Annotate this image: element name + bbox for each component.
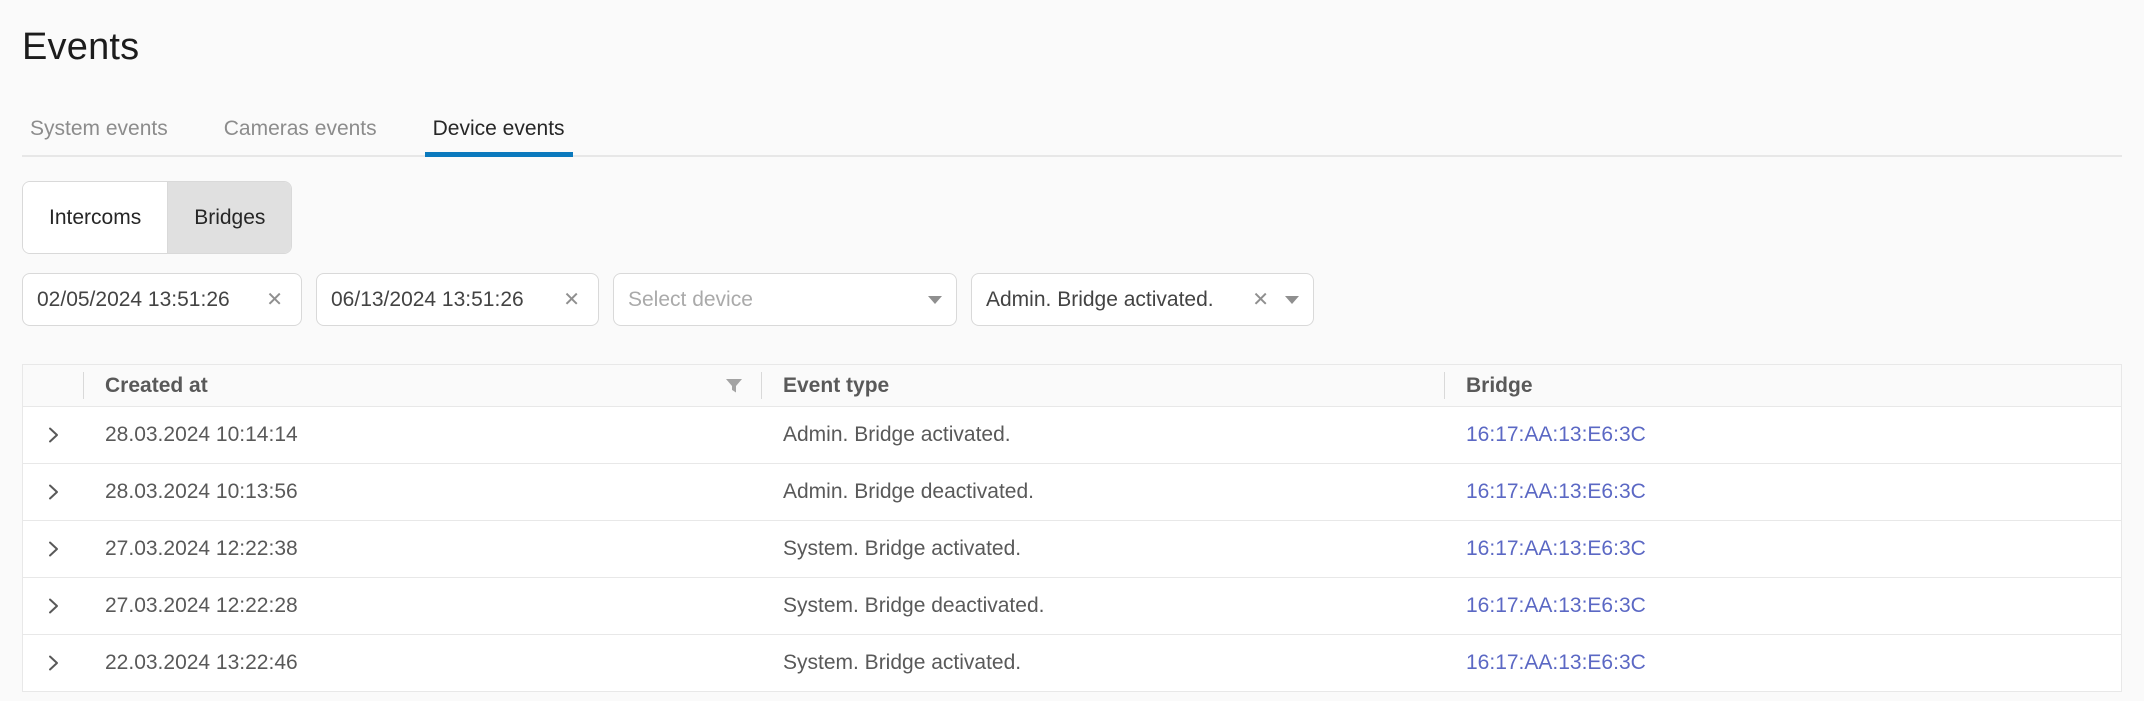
chevron-down-icon[interactable] xyxy=(928,296,942,304)
bridge-link[interactable]: 16:17:AA:13:E6:3C xyxy=(1466,423,1646,446)
event-type-cell: System. Bridge activated. xyxy=(761,651,1444,675)
created-at-column-header: Created at xyxy=(83,365,761,406)
table-row: 28.03.2024 10:13:56 Admin. Bridge deacti… xyxy=(23,464,2121,521)
expand-row-button[interactable] xyxy=(38,477,68,507)
expand-column-header xyxy=(23,365,83,406)
tab-device-events[interactable]: Device events xyxy=(425,117,573,155)
event-type-select[interactable]: ✕ xyxy=(971,273,1314,326)
x-clear-icon[interactable]: ✕ xyxy=(1248,290,1273,310)
funnel-filter-icon[interactable] xyxy=(725,378,743,394)
expand-row-button[interactable] xyxy=(38,534,68,564)
x-clear-icon[interactable]: ✕ xyxy=(559,290,584,310)
table-header-row: Created at Event type Bridge xyxy=(23,365,2121,407)
toggle-bridges-button[interactable]: Bridges xyxy=(167,182,291,253)
bridge-link[interactable]: 16:17:AA:13:E6:3C xyxy=(1466,480,1646,503)
created-at-cell: 28.03.2024 10:14:14 xyxy=(83,423,761,447)
table-row: 22.03.2024 13:22:46 System. Bridge activ… xyxy=(23,635,2121,692)
chevron-right-icon xyxy=(42,538,64,560)
bridge-link[interactable]: 16:17:AA:13:E6:3C xyxy=(1466,651,1646,674)
bridge-column-header: Bridge xyxy=(1444,365,2121,406)
event-type-cell: Admin. Bridge activated. xyxy=(761,423,1444,447)
events-page: Events System events Cameras events Devi… xyxy=(0,26,2144,692)
event-type-column-header: Event type xyxy=(761,365,1444,406)
event-type-cell: System. Bridge deactivated. xyxy=(761,594,1444,618)
bridge-link[interactable]: 16:17:AA:13:E6:3C xyxy=(1466,537,1646,560)
device-select-input[interactable] xyxy=(628,288,916,312)
table-row: 27.03.2024 12:22:38 System. Bridge activ… xyxy=(23,521,2121,578)
expand-row-button[interactable] xyxy=(38,420,68,450)
expand-row-button[interactable] xyxy=(38,591,68,621)
filters-bar: ✕ ✕ ✕ xyxy=(22,273,2122,326)
chevron-down-icon[interactable] xyxy=(1285,296,1299,304)
created-at-cell: 27.03.2024 12:22:38 xyxy=(83,537,761,561)
date-from-filter[interactable]: ✕ xyxy=(22,273,302,326)
date-to-input[interactable] xyxy=(331,288,559,312)
events-table: Created at Event type Bridge 28.03.2024 … xyxy=(22,364,2122,692)
bridge-link[interactable]: 16:17:AA:13:E6:3C xyxy=(1466,594,1646,617)
event-type-cell: Admin. Bridge deactivated. xyxy=(761,480,1444,504)
chevron-right-icon xyxy=(42,652,64,674)
page-title: Events xyxy=(22,26,2122,69)
event-type-select-input[interactable] xyxy=(986,288,1246,312)
chevron-right-icon xyxy=(42,481,64,503)
device-type-toggle: Intercoms Bridges xyxy=(22,181,292,254)
expand-row-button[interactable] xyxy=(38,648,68,678)
x-clear-icon[interactable]: ✕ xyxy=(262,290,287,310)
chevron-right-icon xyxy=(42,424,64,446)
date-from-input[interactable] xyxy=(37,288,262,312)
created-at-cell: 28.03.2024 10:13:56 xyxy=(83,480,761,504)
created-at-cell: 22.03.2024 13:22:46 xyxy=(83,651,761,675)
tab-system-events[interactable]: System events xyxy=(22,117,176,155)
date-to-filter[interactable]: ✕ xyxy=(316,273,599,326)
toggle-intercoms-button[interactable]: Intercoms xyxy=(23,182,167,253)
chevron-right-icon xyxy=(42,595,64,617)
table-row: 27.03.2024 12:22:28 System. Bridge deact… xyxy=(23,578,2121,635)
tab-cameras-events[interactable]: Cameras events xyxy=(216,117,385,155)
table-row: 28.03.2024 10:14:14 Admin. Bridge activa… xyxy=(23,407,2121,464)
tab-bar: System events Cameras events Device even… xyxy=(22,115,2122,157)
event-type-cell: System. Bridge activated. xyxy=(761,537,1444,561)
created-at-cell: 27.03.2024 12:22:28 xyxy=(83,594,761,618)
device-select[interactable] xyxy=(613,273,957,326)
